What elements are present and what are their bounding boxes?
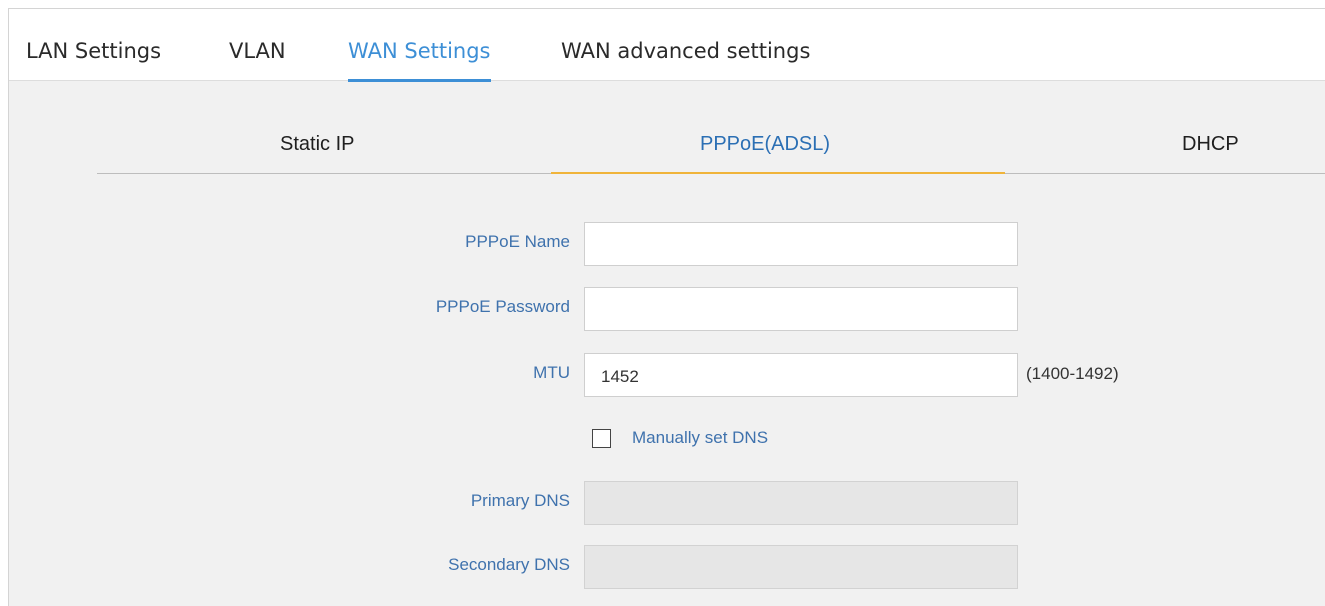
connection-type-tabs: Static IP PPPoE(ADSL) DHCP: [97, 113, 1325, 174]
settings-panel: LAN Settings VLAN WAN Settings WAN advan…: [8, 8, 1325, 606]
tab-wan-advanced-settings[interactable]: WAN advanced settings: [561, 9, 810, 81]
primary-dns-label: Primary DNS: [470, 491, 570, 510]
pppoe-password-input[interactable]: [584, 287, 1018, 331]
secondary-dns-input[interactable]: [584, 545, 1018, 589]
tab-vlan[interactable]: VLAN: [229, 9, 286, 81]
active-tab-indicator: [551, 172, 1005, 174]
mtu-range-hint: (1400-1492): [1026, 364, 1119, 383]
tab-wan-settings[interactable]: WAN Settings: [348, 9, 491, 82]
secondary-dns-label: Secondary DNS: [448, 555, 570, 574]
mtu-input[interactable]: [584, 353, 1018, 397]
tab-static-ip[interactable]: Static IP: [280, 113, 354, 174]
tab-dhcp[interactable]: DHCP: [1182, 113, 1239, 174]
manual-dns-toggle[interactable]: Manually set DNS: [592, 426, 768, 450]
manual-dns-checkbox[interactable]: [592, 428, 611, 448]
pppoe-password-row: PPPoE Password: [9, 287, 1325, 331]
primary-dns-row: Primary DNS: [9, 481, 1325, 525]
pppoe-name-row: PPPoE Name: [9, 222, 1325, 266]
manual-dns-label: Manually set DNS: [632, 428, 769, 447]
pppoe-password-label: PPPoE Password: [435, 297, 570, 316]
pppoe-name-label: PPPoE Name: [465, 232, 570, 251]
tab-lan-settings[interactable]: LAN Settings: [26, 9, 161, 81]
tab-pppoe-adsl[interactable]: PPPoE(ADSL): [700, 113, 830, 174]
pppoe-name-input[interactable]: [584, 222, 1018, 266]
mtu-row: MTU (1400-1492): [9, 353, 1325, 397]
primary-dns-input[interactable]: [584, 481, 1018, 525]
mtu-label: MTU: [533, 363, 570, 382]
top-tab-bar: LAN Settings VLAN WAN Settings WAN advan…: [9, 9, 1325, 82]
secondary-dns-row: Secondary DNS: [9, 545, 1325, 589]
